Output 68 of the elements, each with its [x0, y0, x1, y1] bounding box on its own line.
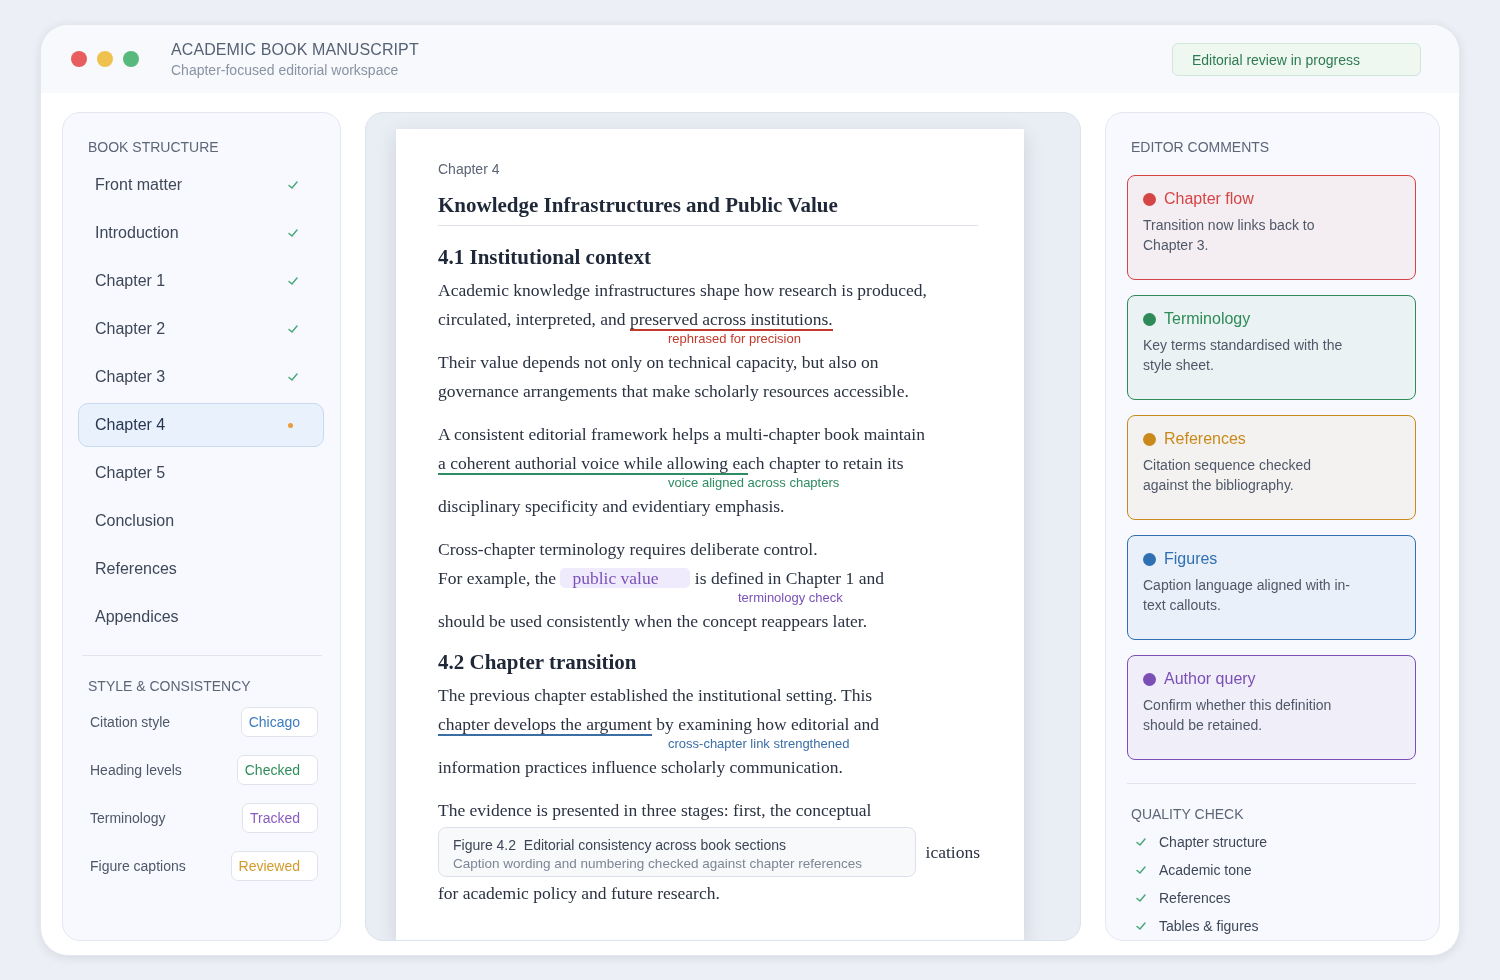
comment-title: References — [1164, 430, 1246, 448]
chapter-item[interactable]: Introduction — [78, 211, 324, 255]
setting-label: Figure captions — [90, 858, 186, 874]
paragraph-line: Cross-chapter terminology requires deliberate control. — [438, 538, 818, 561]
check-label: Academic tone — [1159, 862, 1252, 878]
section-heading: 4.2 Chapter transition — [438, 650, 638, 675]
paragraph-line: A consistent editorial framework helps a multi-chapter book maintain — [438, 423, 925, 446]
chapter-item[interactable]: Chapter 1 — [78, 259, 324, 303]
chapter-item[interactable]: Appendices — [78, 595, 324, 639]
chapter-item[interactable]: Chapter 4 — [78, 403, 324, 447]
section-heading: BOOK STRUCTURE — [88, 139, 220, 155]
paragraph-line: information practices influence scholarly communication. — [438, 756, 843, 779]
setting-label: Citation style — [90, 714, 171, 730]
edit-note: cross-chapter link strengthened — [668, 737, 850, 751]
comment-title: Chapter flow — [1164, 190, 1254, 208]
setting-value: Chicago — [240, 707, 318, 737]
paragraph-line: circulated, interpreted, and preserved across institutions. — [438, 308, 833, 333]
minimize-button[interactable] — [97, 51, 113, 67]
paragraph-line: Academic knowledge infrastructures shape how research is produced, — [438, 279, 927, 302]
window-subtitle: Chapter-focused editorial workspace — [171, 61, 400, 78]
paragraph-line: The evidence is presented in three stages: first, the conceptual — [438, 799, 872, 822]
paragraph-line: a coherent authorial voice while allowing each chapter to retain its — [438, 452, 904, 477]
paragraph-line: for academic policy and future research. — [438, 882, 720, 905]
setting-label: Heading levels — [90, 762, 182, 778]
chapter-label: Chapter 4 — [438, 161, 500, 177]
paragraph-line: governance arrangements that make scholarly resources accessible. — [438, 380, 909, 403]
paragraph-line: ications — [925, 840, 980, 864]
chapter-item[interactable]: References — [78, 547, 324, 591]
chapter-title: Knowledge Infrastructures and Public Value — [438, 193, 978, 226]
paragraph-line: disciplinary specificity and evidentiary emphasis. — [438, 495, 785, 518]
chapter-item[interactable]: Chapter 3 — [78, 355, 324, 399]
window-title: ACADEMIC BOOK MANUSCRIPT — [171, 40, 420, 59]
caption-note: Caption wording and numbering checked against chapter references — [453, 856, 863, 871]
comment-title: Terminology — [1164, 310, 1251, 328]
section-heading: QUALITY CHECK — [1131, 806, 1245, 822]
paragraph-line: chapter develops the argument by examining how editorial and — [438, 713, 879, 738]
chapter-item[interactable]: Front matter — [78, 163, 324, 207]
setting-value: Tracked — [241, 803, 318, 833]
status-badge: Editorial review in progress — [1171, 42, 1421, 76]
comment-text: Caption language aligned with in-text callouts. — [1143, 576, 1352, 615]
caption-title: Figure 4.2 Editorial consistency across book sections — [453, 837, 788, 853]
chapter-item[interactable]: Conclusion — [78, 499, 324, 543]
maximize-button[interactable] — [123, 51, 139, 67]
section-heading: EDITOR COMMENTS — [1131, 139, 1271, 155]
paragraph-line: The previous chapter established the institutional setting. This — [438, 684, 873, 707]
paragraph-line: should be used consistently when the concept reappears later. — [438, 610, 868, 633]
paragraph-line: Their value depends not only on technical capacity, but also on — [438, 351, 879, 374]
comment-text: Transition now links back to Chapter 3. — [1143, 216, 1316, 255]
check-label: Tables & figures — [1159, 918, 1259, 934]
chapter-item[interactable]: Chapter 2 — [78, 307, 324, 351]
section-heading: 4.1 Institutional context — [438, 245, 652, 270]
comment-title: Author query — [1164, 670, 1256, 688]
setting-value: Checked — [236, 755, 318, 785]
comment-title: Figures — [1164, 550, 1218, 568]
comment-text: Key terms standardised with the style sheet. — [1143, 336, 1344, 375]
comment-text: Confirm whether this definition should be retained. — [1143, 696, 1333, 735]
section-heading: STYLE & CONSISTENCY — [88, 678, 252, 694]
close-button[interactable] — [71, 51, 87, 67]
edit-note: rephrased for precision — [668, 332, 801, 346]
comment-text: Citation sequence checked against the bibliography. — [1143, 456, 1313, 495]
paragraph-line: For example, the public value is defined in Chapter 1 and — [438, 567, 884, 590]
chapter-item[interactable]: Chapter 5 — [78, 451, 324, 495]
check-label: Chapter structure — [1159, 834, 1268, 850]
check-label: References — [1159, 890, 1231, 906]
setting-label: Terminology — [90, 810, 166, 826]
setting-value: Reviewed — [230, 851, 318, 881]
edit-note: terminology check — [738, 591, 843, 605]
edit-note: voice aligned across chapters — [668, 476, 840, 490]
